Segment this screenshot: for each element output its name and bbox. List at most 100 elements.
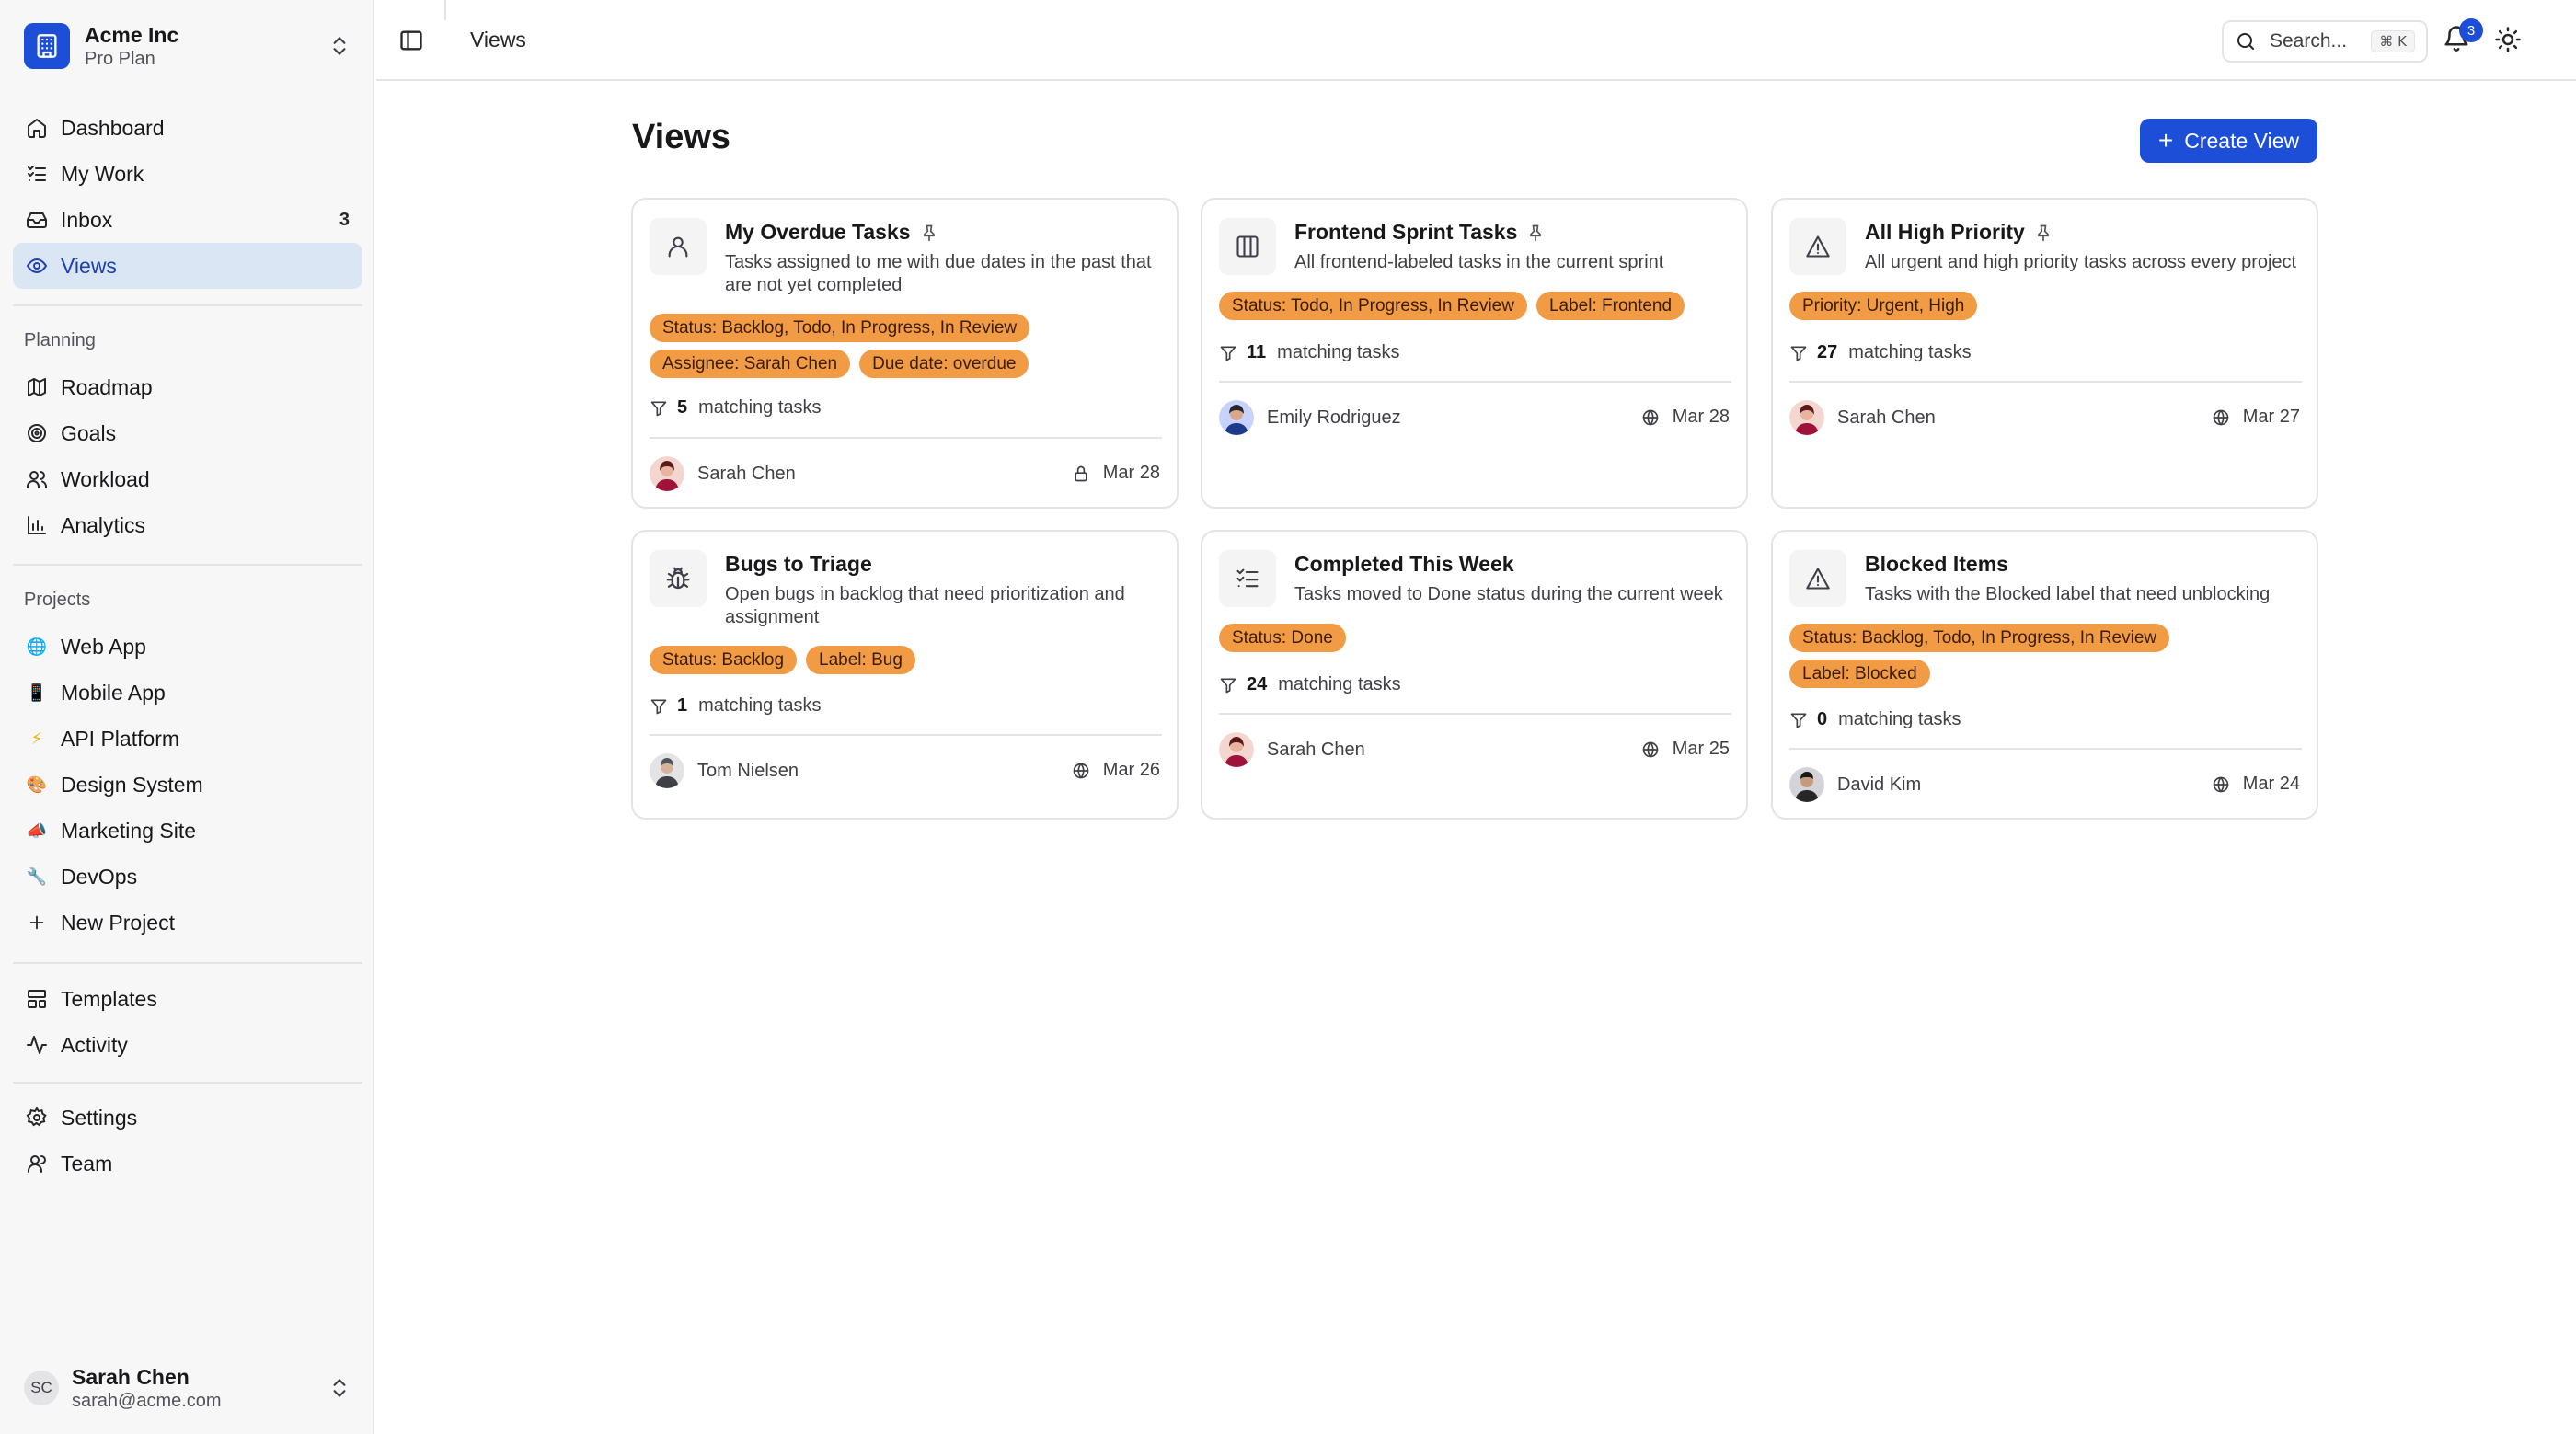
nav-item-roadmap[interactable]: Roadmap	[13, 364, 362, 410]
nav-label: DevOps	[61, 864, 138, 889]
project-api-platform[interactable]: ⚡ API Platform	[13, 716, 362, 762]
card-divider	[650, 437, 1162, 439]
card-divider	[1789, 381, 2302, 383]
view-title[interactable]: Completed This Week	[1294, 552, 1514, 577]
sidebar-divider	[13, 564, 362, 566]
create-view-button[interactable]: + Create View	[2140, 119, 2317, 163]
view-title-text: Frontend Sprint Tasks	[1294, 220, 1518, 244]
nav-item-goals[interactable]: Goals	[13, 410, 362, 456]
filter-chip: Status: Todo, In Progress, In Review	[1219, 292, 1527, 320]
view-title[interactable]: My Overdue Tasks	[725, 220, 938, 245]
palette-emoji-icon: 🎨	[26, 774, 48, 794]
new-project-button[interactable]: New Project	[13, 900, 362, 946]
map-icon	[26, 376, 48, 398]
view-owner: Sarah Chen	[1219, 732, 1365, 767]
match-label: matching tasks	[698, 695, 822, 716]
view-title[interactable]: Blocked Items	[1865, 552, 2008, 577]
user-menu[interactable]: SC Sarah Chen sarah@acme.com	[13, 1358, 362, 1418]
filter-chips: Priority: Urgent, High	[1789, 292, 2305, 320]
view-card[interactable]: Completed This Week Tasks moved to Done …	[1201, 530, 1748, 820]
activity-icon	[26, 1034, 48, 1056]
nav-label: Workload	[61, 466, 150, 491]
project-marketing-site[interactable]: 📣 Marketing Site	[13, 808, 362, 854]
view-card[interactable]: Blocked Items Tasks with the Blocked lab…	[1771, 530, 2318, 820]
nav-item-templates[interactable]: Templates	[13, 976, 362, 1022]
matching-count: 24 matching tasks	[1219, 674, 1401, 695]
nav-item-views[interactable]: Views	[13, 243, 362, 289]
filter-icon	[650, 401, 667, 416]
nav-label: New Project	[61, 910, 175, 935]
match-count: 27	[1817, 342, 1838, 362]
filter-chip: Label: Blocked	[1789, 660, 1930, 688]
view-date: Mar 25	[1672, 739, 1730, 759]
phone-emoji-icon: 📱	[26, 683, 48, 702]
nav-item-activity[interactable]: Activity	[13, 1022, 362, 1068]
nav-label: Analytics	[61, 512, 146, 537]
nav-label: Inbox	[61, 207, 113, 232]
match-label: matching tasks	[1278, 674, 1401, 694]
nav-item-my-work[interactable]: My Work	[13, 151, 362, 197]
view-description: All urgent and high priority tasks acros…	[1865, 252, 2297, 272]
pin-icon	[1530, 224, 1542, 241]
view-title[interactable]: Bugs to Triage	[725, 552, 872, 577]
owner-name: Tom Nielsen	[697, 760, 799, 781]
gear-icon	[26, 1107, 48, 1129]
plus-icon: +	[2157, 126, 2174, 155]
avatar	[1789, 767, 1824, 802]
filter-chip: Priority: Urgent, High	[1789, 292, 1978, 320]
view-description: All frontend-labeled tasks in the curren…	[1294, 252, 1664, 272]
view-description: Tasks moved to Done status during the cu…	[1294, 584, 1723, 604]
settings-nav: Settings Team	[13, 1095, 362, 1187]
view-card[interactable]: Bugs to Triage Open bugs in backlog that…	[631, 530, 1179, 820]
utility-nav: Templates Activity	[13, 976, 362, 1068]
user-email: sarah@acme.com	[72, 1390, 222, 1411]
nav-item-inbox[interactable]: Inbox 3	[13, 197, 362, 243]
filter-chip: Label: Bug	[806, 646, 915, 674]
search-input[interactable]: Search... ⌘ K	[2222, 20, 2428, 63]
view-card[interactable]: All High Priority All urgent and high pr…	[1771, 198, 2318, 509]
chevron-up-down-icon	[333, 1379, 346, 1397]
planning-label: Planning	[24, 330, 96, 350]
project-design-system[interactable]: 🎨 Design System	[13, 762, 362, 808]
view-date: Mar 27	[2242, 407, 2300, 427]
avatar	[650, 456, 684, 491]
main-nav: Dashboard My Work Inbox 3 Views	[13, 105, 362, 289]
eye-icon	[26, 255, 48, 277]
match-count: 11	[1247, 342, 1267, 362]
nav-label: Roadmap	[61, 374, 153, 399]
project-web-app[interactable]: 🌐 Web App	[13, 624, 362, 670]
owner-name: Emily Rodriguez	[1267, 407, 1401, 428]
inbox-count-badge: 3	[339, 209, 350, 230]
owner-name: Sarah Chen	[1837, 407, 1936, 428]
view-date: Mar 28	[1102, 463, 1160, 483]
filter-icon	[1790, 346, 1807, 361]
view-card[interactable]: Frontend Sprint Tasks All frontend-label…	[1201, 198, 1748, 509]
nav-label: Goals	[61, 420, 117, 445]
sidebar-divider	[13, 1082, 362, 1084]
sidebar-toggle-icon[interactable]	[398, 28, 424, 53]
view-card[interactable]: My Overdue Tasks Tasks assigned to me wi…	[631, 198, 1179, 509]
project-devops[interactable]: 🔧 DevOps	[13, 854, 362, 900]
match-label: matching tasks	[1838, 709, 1961, 729]
nav-label: Dashboard	[61, 115, 165, 140]
nav-item-settings[interactable]: Settings	[13, 1095, 362, 1141]
view-title[interactable]: Frontend Sprint Tasks	[1294, 220, 1545, 245]
nav-item-workload[interactable]: Workload	[13, 456, 362, 502]
owner-name: Sarah Chen	[697, 463, 796, 484]
nav-item-team[interactable]: Team	[13, 1141, 362, 1187]
nav-item-analytics[interactable]: Analytics	[13, 502, 362, 548]
filter-chip: Label: Frontend	[1535, 292, 1685, 320]
lightning-emoji-icon: ⚡	[30, 728, 43, 748]
team-switcher[interactable]: Acme Inc Pro Plan	[13, 15, 362, 77]
matching-count: 5 matching tasks	[650, 397, 822, 419]
nav-item-dashboard[interactable]: Dashboard	[13, 105, 362, 151]
sun-icon[interactable]	[2494, 26, 2522, 53]
filter-icon	[1220, 346, 1236, 361]
view-title[interactable]: All High Priority	[1865, 220, 2053, 245]
notification-badge: 3	[2459, 18, 2483, 42]
card-divider	[650, 734, 1162, 736]
plus-icon	[26, 912, 48, 934]
view-description: Tasks with the Blocked label that need u…	[1865, 584, 2271, 604]
globe-emoji-icon: 🌐	[26, 637, 48, 656]
project-mobile-app[interactable]: 📱 Mobile App	[13, 670, 362, 716]
